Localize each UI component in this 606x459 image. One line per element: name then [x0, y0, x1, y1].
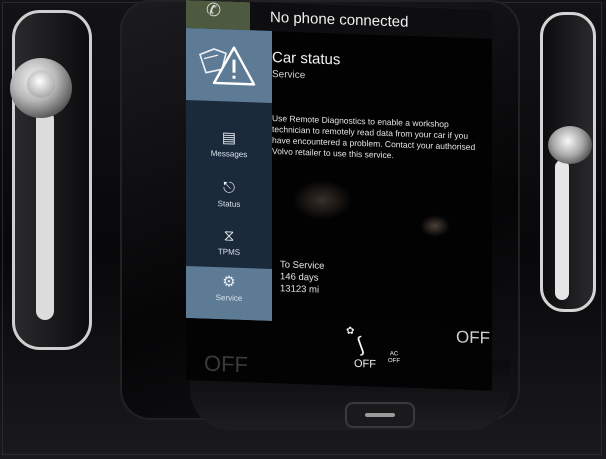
sidebar-item-label: Messages: [210, 148, 248, 160]
service-icon: ⚙: [222, 273, 236, 291]
sidebar-item-messages[interactable]: ▤ Messages: [186, 122, 272, 177]
remote-diagnostics-text: Use Remote Diagnostics to enable a works…: [272, 113, 476, 161]
status-icon: ⎋: [223, 179, 235, 197]
car-service-warning-icon: [199, 46, 256, 86]
phone-icon[interactable]: ✆: [206, 0, 232, 22]
car-status-panel: Car status Service Use Remote Diagnostic…: [272, 31, 492, 329]
vent-adjust-knob[interactable]: [548, 126, 592, 164]
service-info: To Service 146 days 13123 mi: [280, 259, 324, 297]
screen-reflection: [420, 215, 450, 237]
sidebar-item-service[interactable]: ⚙ Service: [186, 266, 272, 322]
home-button-line: [365, 413, 395, 417]
sidebar-item-label: TPMS: [217, 247, 241, 257]
volume-knob-cap: [27, 70, 55, 98]
messages-icon: ▤: [221, 129, 237, 147]
volume-knob[interactable]: [10, 58, 72, 118]
phone-status: No phone connected: [270, 8, 409, 31]
distance-to-service: 13123 mi: [280, 283, 320, 296]
right-temp-off[interactable]: OFF: [456, 327, 490, 348]
left-temp-off[interactable]: OFF: [204, 351, 248, 379]
tpms-icon: ⧖: [223, 227, 235, 245]
left-vent-slat: [36, 110, 54, 320]
climate-bar: OFF ✿ ∫ OFF AC OFF OFF: [186, 318, 492, 391]
sidebar-item-label: Service: [215, 293, 243, 303]
ac-button[interactable]: AC OFF: [388, 351, 400, 365]
ac-state: OFF: [388, 358, 400, 365]
seat-heat-icon[interactable]: ∫: [354, 334, 367, 358]
screen-reflection: [292, 180, 352, 220]
sidebar: ▤ Messages ⎋ Status ⧖ TPMS ⚙ Service: [186, 28, 272, 322]
home-button[interactable]: [345, 402, 415, 428]
page-title: Car status: [272, 49, 341, 69]
page-subtitle: Service: [272, 69, 306, 82]
sidebar-item-label: Status: [217, 199, 241, 209]
car-status-hero: [186, 28, 272, 104]
sidebar-item-status[interactable]: ⎋ Status: [186, 172, 272, 227]
right-vent-slat: [555, 160, 569, 300]
seat-heat-off[interactable]: OFF: [354, 358, 376, 371]
